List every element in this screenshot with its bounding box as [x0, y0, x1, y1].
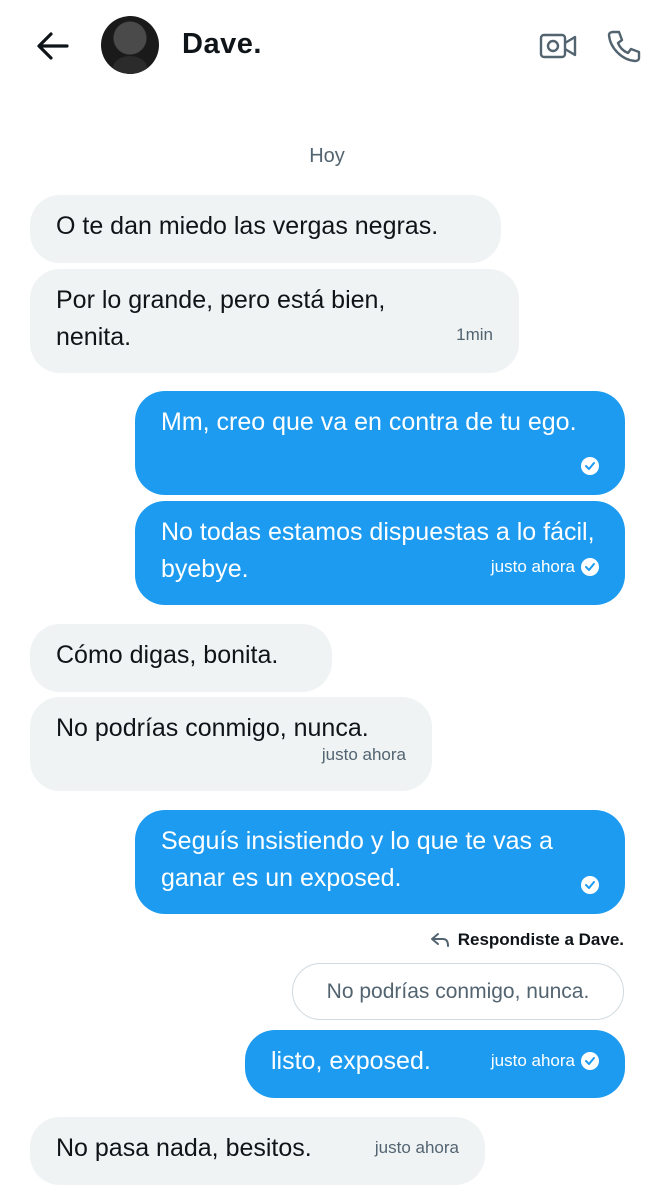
message-bubble-incoming[interactable]: No podrías conmigo, nunca. justo ahora: [30, 697, 432, 791]
quoted-message[interactable]: No podrías conmigo, nunca.: [292, 963, 624, 1020]
sent-check-icon: [581, 876, 599, 894]
message-timestamp: 1min: [456, 325, 493, 344]
message-text: Por lo grande, pero está bien, nenita.: [56, 286, 386, 351]
message-bubble-outgoing[interactable]: listo, exposed. justo ahora: [245, 1030, 625, 1098]
arrow-left-icon: [37, 32, 69, 60]
message-text: Seguís insistiendo y lo que te vas a gan…: [161, 827, 553, 892]
back-button[interactable]: [32, 26, 72, 66]
sent-check-icon: [581, 1051, 599, 1070]
message-bubble-outgoing[interactable]: Mm, creo que va en contra de tu ego.: [135, 391, 625, 495]
avatar[interactable]: [101, 16, 159, 74]
message-text: listo, exposed.: [271, 1047, 431, 1075]
message-bubble-outgoing[interactable]: No todas estamos dispuestas a lo fácil, …: [135, 501, 625, 605]
video-call-button[interactable]: [536, 24, 580, 68]
message-bubble-incoming[interactable]: Por lo grande, pero está bien, nenita. 1…: [30, 269, 519, 373]
contact-name[interactable]: Dave.: [182, 28, 262, 61]
message-bubble-incoming[interactable]: No pasa nada, besitos. justo ahora: [30, 1117, 485, 1185]
reply-note-text: Respondiste a Dave.: [457, 930, 624, 949]
message-text: O te dan miedo las vergas negras.: [56, 212, 439, 240]
date-divider: Hoy: [309, 145, 345, 167]
message-bubble-outgoing[interactable]: Seguís insistiendo y lo que te vas a gan…: [135, 810, 625, 914]
message-status: justo ahora: [491, 548, 599, 585]
reply-context: Respondiste a Dave.: [430, 930, 624, 950]
message-status: [581, 457, 599, 475]
chat-header: Dave.: [0, 0, 654, 96]
message-status: [581, 876, 599, 894]
sent-check-icon: [581, 457, 599, 475]
message-bubble-incoming[interactable]: Cómo digas, bonita.: [30, 624, 332, 692]
phone-call-button[interactable]: [602, 24, 646, 68]
video-call-icon: [539, 33, 577, 59]
sent-check-icon: [581, 557, 599, 576]
message-timestamp: justo ahora: [490, 557, 575, 576]
message-timestamp: justo ahora: [321, 745, 406, 764]
message-text: Mm, creo que va en contra de tu ego.: [161, 408, 577, 436]
reply-arrow-icon: [430, 933, 449, 947]
message-text: No pasa nada, besitos.: [56, 1134, 312, 1162]
message-status: justo ahora: [491, 1042, 599, 1079]
message-text: Cómo digas, bonita.: [56, 641, 279, 669]
phone-icon: [607, 30, 641, 63]
quoted-message-text: No podrías conmigo, nunca.: [326, 979, 590, 1003]
message-timestamp: justo ahora: [374, 1138, 459, 1157]
message-timestamp: justo ahora: [490, 1051, 575, 1070]
message-bubble-incoming[interactable]: O te dan miedo las vergas negras.: [30, 195, 501, 263]
